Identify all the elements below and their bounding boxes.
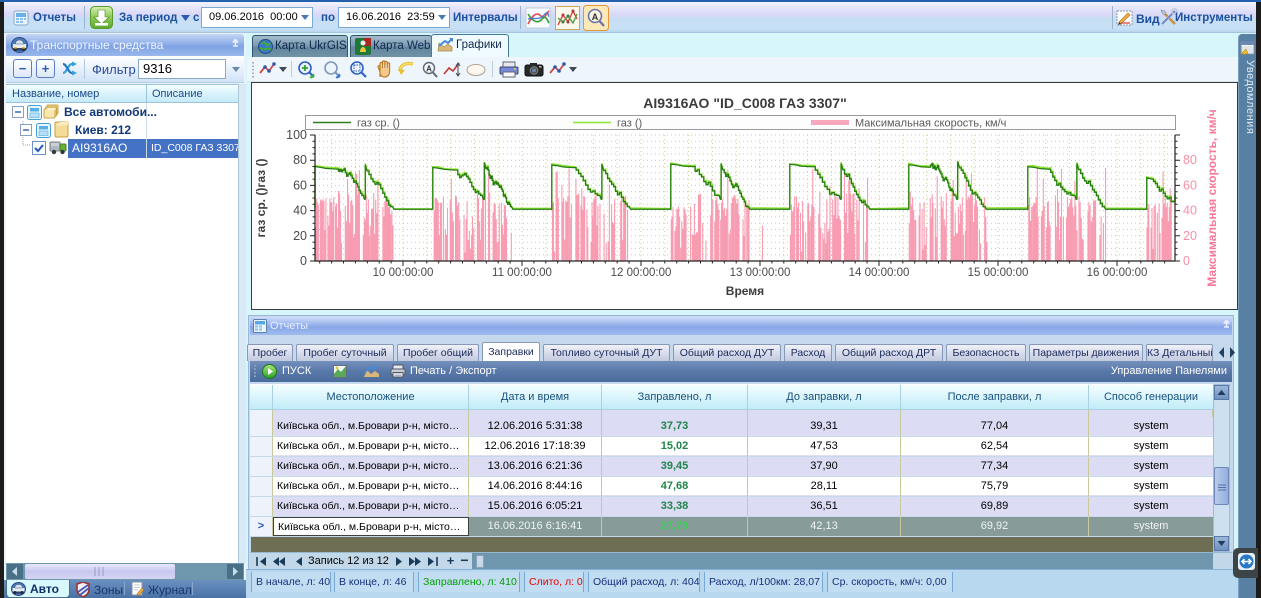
svg-text:A: A — [592, 12, 599, 22]
svg-text:20: 20 — [1183, 229, 1197, 243]
svg-text:0: 0 — [1183, 254, 1190, 268]
svg-text:газ (): газ () — [617, 118, 642, 130]
svg-text:14 00:00:00: 14 00:00:00 — [849, 267, 910, 279]
svg-text:газ ср. ()газ (): газ ср. ()газ () — [254, 159, 268, 238]
svg-text:10 00:00:00: 10 00:00:00 — [373, 267, 434, 279]
svg-text:80: 80 — [1183, 153, 1197, 167]
svg-text:16 00:00:00: 16 00:00:00 — [1087, 267, 1148, 279]
svg-text:100: 100 — [286, 128, 307, 142]
svg-text:AI9316AO "ID_C008 ГАЗ 3307": AI9316AO "ID_C008 ГАЗ 3307" — [643, 95, 846, 111]
svg-text:Время: Время — [726, 284, 764, 298]
svg-text:0: 0 — [300, 254, 307, 268]
svg-text:Максимальная скорость, км/ч: Максимальная скорость, км/ч — [1205, 109, 1219, 287]
svg-text:40: 40 — [293, 204, 307, 218]
svg-text:12 00:00:00: 12 00:00:00 — [611, 267, 672, 279]
svg-text:13 00:00:00: 13 00:00:00 — [730, 267, 791, 279]
svg-text:15 00:00:00: 15 00:00:00 — [968, 267, 1029, 279]
svg-text:20: 20 — [293, 229, 307, 243]
svg-text:11 00:00:00: 11 00:00:00 — [492, 267, 552, 279]
svg-text:80: 80 — [293, 153, 307, 167]
svg-text:40: 40 — [1183, 204, 1197, 218]
svg-text:60: 60 — [293, 178, 307, 192]
svg-text:A: A — [426, 65, 432, 74]
svg-text:60: 60 — [1183, 178, 1197, 192]
svg-text:газ ср. (): газ ср. () — [357, 118, 400, 130]
svg-text:Максимальная скорость, км/ч: Максимальная скорость, км/ч — [855, 118, 1006, 130]
